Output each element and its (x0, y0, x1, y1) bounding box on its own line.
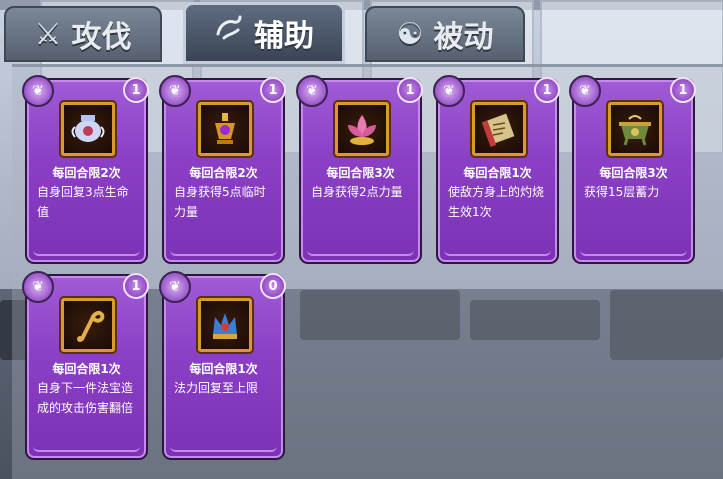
lamp-icon (198, 102, 252, 156)
card-description: 自身下一件法宝造成的攻击伤害翻倍 (37, 381, 134, 415)
crossed-swords-icon: ⚔ (34, 16, 62, 52)
usage-limit: 每回合限1次 (463, 166, 532, 180)
card-corner-icon: ❦ (22, 75, 54, 107)
usage-limit: 每回合限3次 (326, 166, 395, 180)
usage-limit: 每回合限3次 (599, 166, 668, 180)
hook-icon (61, 298, 115, 352)
yin-yang-icon: ☯ (396, 16, 424, 52)
skill-card[interactable]: ❦ 1 每回合限3次 获得15层蓄力 (569, 75, 696, 264)
scroll-icon (472, 102, 526, 156)
skill-card[interactable]: ❦ 1 每回合限2次 自身获得5点临时力量 (159, 75, 286, 264)
tab-support[interactable]: 辅助 (183, 2, 345, 64)
tab-passive[interactable]: ☯ 被动 (365, 6, 525, 62)
usage-limit: 每回合限2次 (52, 166, 121, 180)
card-corner-icon: ❦ (569, 75, 601, 107)
skill-card[interactable]: ❦ 1 每回合限1次 使敌方身上的灼烧生效1次 (433, 75, 560, 264)
skill-card[interactable]: ❦ 1 每回合限1次 自身下一件法宝造成的攻击伤害翻倍 (22, 271, 149, 460)
tab-attack-label: 攻伐 (71, 20, 132, 55)
card-description: 自身回复3点生命值 (37, 185, 129, 219)
card-count-badge: 1 (534, 77, 560, 103)
cauldron-icon (608, 102, 662, 156)
card-corner-icon: ❦ (296, 75, 328, 107)
vase-icon (61, 102, 115, 156)
skill-card[interactable]: ❦ 1 每回合限2次 自身回复3点生命值 (22, 75, 149, 264)
card-corner-icon: ❦ (433, 75, 465, 107)
card-corner-icon: ❦ (159, 75, 191, 107)
skill-card[interactable]: ❦ 0 每回合限1次 法力回复至上限 (159, 271, 286, 460)
lotus-icon (335, 102, 389, 156)
usage-limit: 每回合限1次 (52, 362, 121, 376)
dragon-icon (214, 14, 244, 52)
card-description: 自身获得5点临时力量 (174, 185, 266, 219)
tab-attack[interactable]: ⚔ 攻伐 (4, 6, 162, 62)
card-description: 自身获得2点力量 (311, 185, 403, 199)
card-corner-icon: ❦ (159, 271, 191, 303)
card-count-badge: 0 (260, 273, 286, 299)
card-corner-icon: ❦ (22, 271, 54, 303)
skill-card[interactable]: ❦ 1 每回合限3次 自身获得2点力量 (296, 75, 423, 264)
usage-limit: 每回合限1次 (189, 362, 258, 376)
card-description: 使敌方身上的灼烧生效1次 (448, 185, 545, 219)
card-description: 获得15层蓄力 (584, 185, 660, 199)
card-description: 法力回复至上限 (174, 381, 259, 395)
tab-passive-label: 被动 (433, 20, 494, 55)
card-count-badge: 1 (260, 77, 286, 103)
card-count-badge: 1 (670, 77, 696, 103)
card-count-badge: 1 (123, 273, 149, 299)
tab-support-label: 辅助 (254, 19, 314, 54)
usage-limit: 每回合限2次 (189, 166, 258, 180)
card-count-badge: 1 (123, 77, 149, 103)
card-count-badge: 1 (397, 77, 423, 103)
crown-icon (198, 298, 252, 352)
